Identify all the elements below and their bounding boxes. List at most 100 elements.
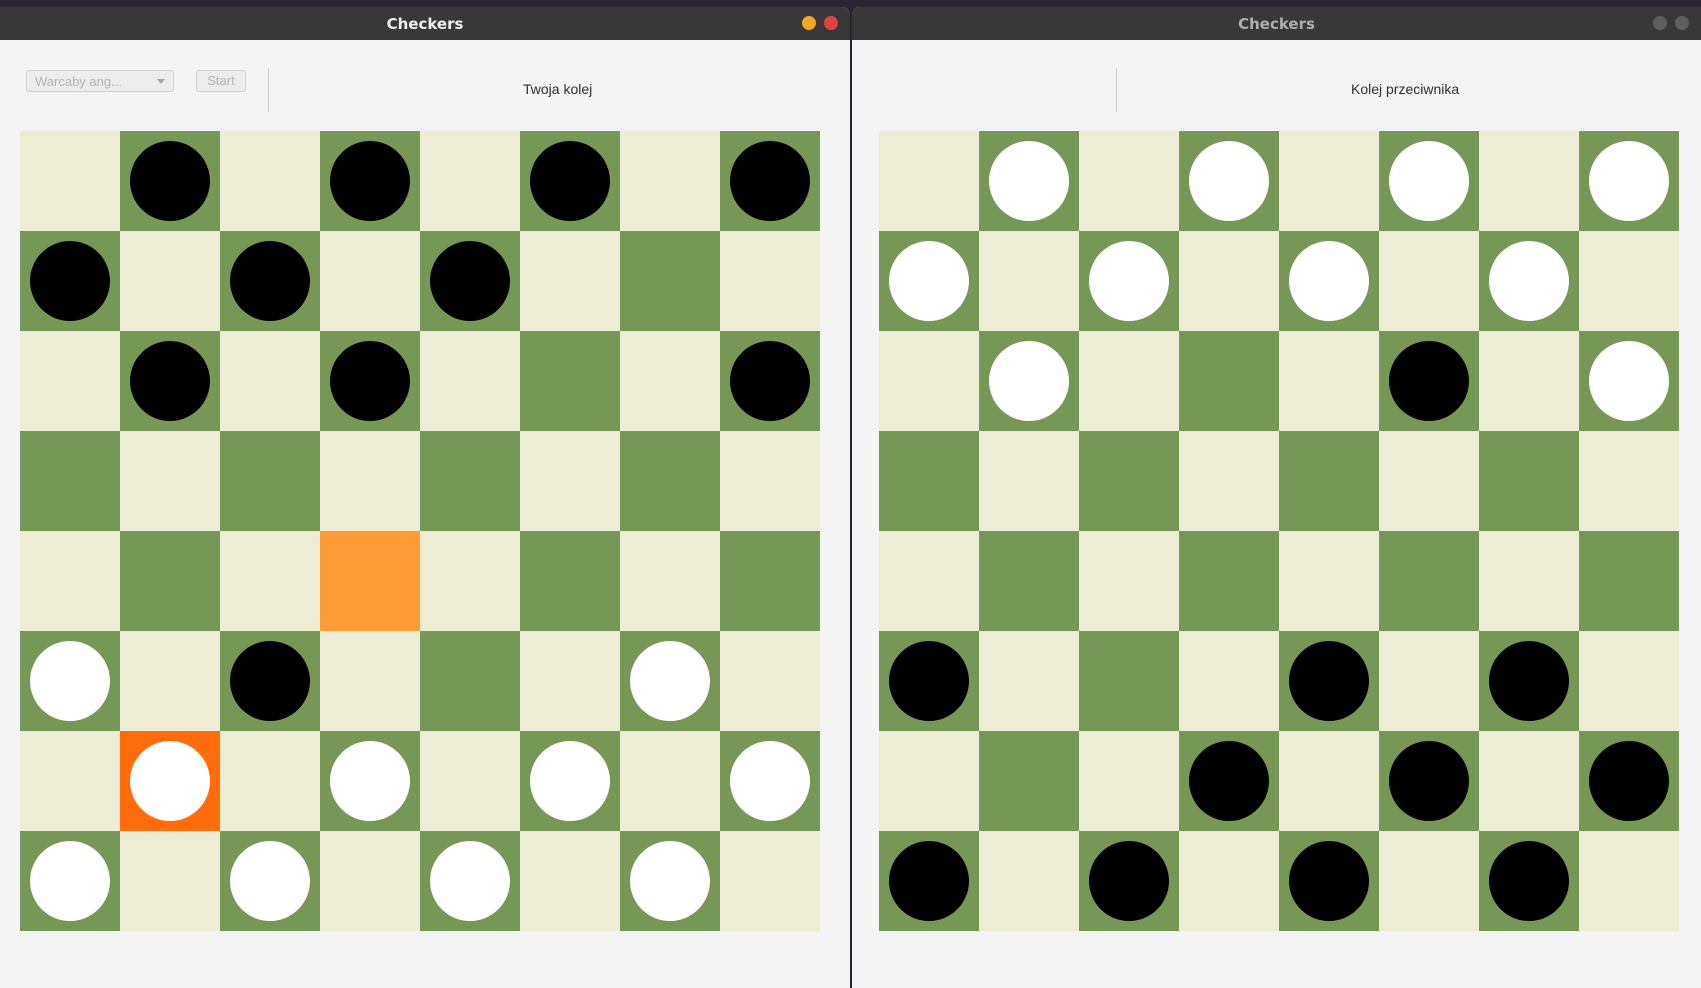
board-square[interactable] [520,531,620,631]
board-square[interactable] [1279,831,1379,931]
board-square[interactable] [879,831,979,931]
board-square[interactable] [1379,231,1479,331]
board-square[interactable] [1279,531,1379,631]
board-square[interactable] [220,831,320,931]
white-checker-piece[interactable] [889,241,969,321]
minimize-button[interactable] [1653,16,1667,30]
board-square[interactable] [720,831,820,931]
board-square[interactable] [20,331,120,431]
board-square[interactable] [879,531,979,631]
board-square[interactable] [1279,731,1379,831]
black-checker-piece[interactable] [1189,741,1269,821]
board-square[interactable] [1379,531,1479,631]
board-square[interactable] [620,631,720,731]
black-checker-piece[interactable] [130,141,210,221]
close-button[interactable] [1675,16,1689,30]
board-square[interactable] [320,231,420,331]
white-checker-piece[interactable] [989,141,1069,221]
board-square[interactable] [620,331,720,431]
board-square[interactable] [420,631,520,731]
board-square[interactable] [1479,531,1579,631]
board-square[interactable] [879,131,979,231]
white-checker-piece[interactable] [530,741,610,821]
board-square[interactable] [1579,731,1679,831]
board-square[interactable] [520,431,620,531]
board-square[interactable] [420,331,520,431]
white-checker-piece[interactable] [30,641,110,721]
board-square[interactable] [979,831,1079,931]
black-checker-piece[interactable] [1089,841,1169,921]
black-checker-piece[interactable] [730,341,810,421]
board-square[interactable] [1179,731,1279,831]
black-checker-piece[interactable] [30,241,110,321]
board-square[interactable] [1479,731,1579,831]
black-checker-piece[interactable] [1389,741,1469,821]
board-square[interactable] [20,631,120,731]
board-square[interactable] [1079,531,1179,631]
board-square[interactable] [720,631,820,731]
board-square[interactable] [320,331,420,431]
board-square[interactable] [20,731,120,831]
black-checker-piece[interactable] [330,141,410,221]
white-checker-piece[interactable] [330,741,410,821]
white-checker-piece[interactable] [1289,241,1369,321]
board-square[interactable] [1579,431,1679,531]
board-square[interactable] [1079,831,1179,931]
board-square[interactable] [320,631,420,731]
board-square[interactable] [1379,731,1479,831]
board-square[interactable] [320,431,420,531]
board-square[interactable] [520,731,620,831]
board-square[interactable] [420,231,520,331]
white-checker-piece[interactable] [1189,141,1269,221]
board-square[interactable] [120,131,220,231]
board-square[interactable] [1379,631,1479,731]
board-square[interactable] [879,631,979,731]
white-checker-piece[interactable] [1589,141,1669,221]
board-square[interactable] [20,231,120,331]
board-square[interactable] [1579,131,1679,231]
board-square[interactable] [1179,631,1279,731]
board-square[interactable] [120,231,220,331]
board-square[interactable] [620,731,720,831]
board-square[interactable] [1079,131,1179,231]
black-checker-piece[interactable] [889,841,969,921]
black-checker-piece[interactable] [1489,641,1569,721]
board-square[interactable] [979,731,1079,831]
board-square[interactable] [1179,831,1279,931]
white-checker-piece[interactable] [230,841,310,921]
board-square[interactable] [1379,331,1479,431]
board-square[interactable] [1379,431,1479,531]
board-square[interactable] [1579,231,1679,331]
black-checker-piece[interactable] [1589,741,1669,821]
board-square[interactable] [1079,631,1179,731]
board-square[interactable] [1079,231,1179,331]
white-checker-piece[interactable] [1489,241,1569,321]
black-checker-piece[interactable] [230,641,310,721]
white-checker-piece[interactable] [630,641,710,721]
white-checker-piece[interactable] [1089,241,1169,321]
board-square[interactable] [1179,131,1279,231]
black-checker-piece[interactable] [1289,641,1369,721]
board-square[interactable] [1579,831,1679,931]
board-square[interactable] [879,731,979,831]
black-checker-piece[interactable] [730,141,810,221]
board-square[interactable] [620,231,720,331]
black-checker-piece[interactable] [1489,841,1569,921]
board-square[interactable] [220,331,320,431]
white-checker-piece[interactable] [630,841,710,921]
board-square[interactable] [720,331,820,431]
board-square[interactable] [979,231,1079,331]
board-square[interactable] [1179,331,1279,431]
board-square[interactable] [1479,831,1579,931]
black-checker-piece[interactable] [230,241,310,321]
black-checker-piece[interactable] [1289,841,1369,921]
board-square[interactable] [979,431,1079,531]
board-square[interactable] [520,631,620,731]
title-bar[interactable]: Checkers [852,7,1701,40]
black-checker-piece[interactable] [889,641,969,721]
board-square[interactable] [620,131,720,231]
board-square[interactable] [1479,331,1579,431]
board-square[interactable] [879,231,979,331]
board-square[interactable] [620,831,720,931]
board-square[interactable] [720,731,820,831]
